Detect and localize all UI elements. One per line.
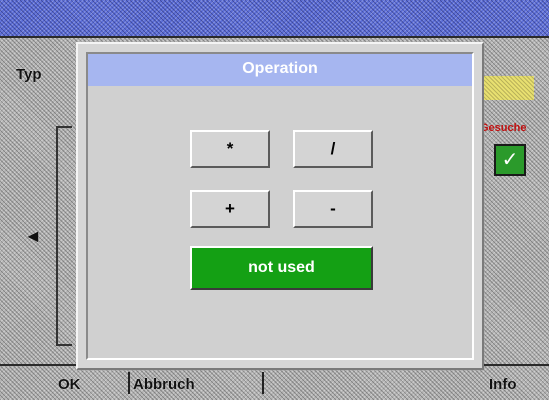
ok-button: OK xyxy=(58,376,81,393)
bottom-bar-divider xyxy=(128,372,130,394)
dialog-title: Operation xyxy=(88,54,472,86)
back-arrow-icon: ◄ xyxy=(24,226,42,246)
yellow-value-field xyxy=(482,76,534,100)
minus-button[interactable]: - xyxy=(293,190,373,228)
not-used-button[interactable]: not used xyxy=(190,246,373,290)
red-status-label: Gesuche xyxy=(480,122,527,134)
window-title-bar xyxy=(0,0,549,38)
typ-label: Typ xyxy=(16,66,42,83)
abbruch-button: Abbruch xyxy=(133,376,195,393)
info-button: Info xyxy=(489,376,517,393)
left-panel-frame xyxy=(56,126,72,346)
operation-dialog: Operation * / + - not used xyxy=(76,42,484,370)
bottom-bar-divider xyxy=(262,372,264,394)
enabled-checkbox: ✓ xyxy=(494,144,526,176)
multiply-button[interactable]: * xyxy=(190,130,270,168)
plus-button[interactable]: + xyxy=(190,190,270,228)
operation-dialog-panel: Operation * / + - not used xyxy=(86,52,474,360)
divide-button[interactable]: / xyxy=(293,130,373,168)
